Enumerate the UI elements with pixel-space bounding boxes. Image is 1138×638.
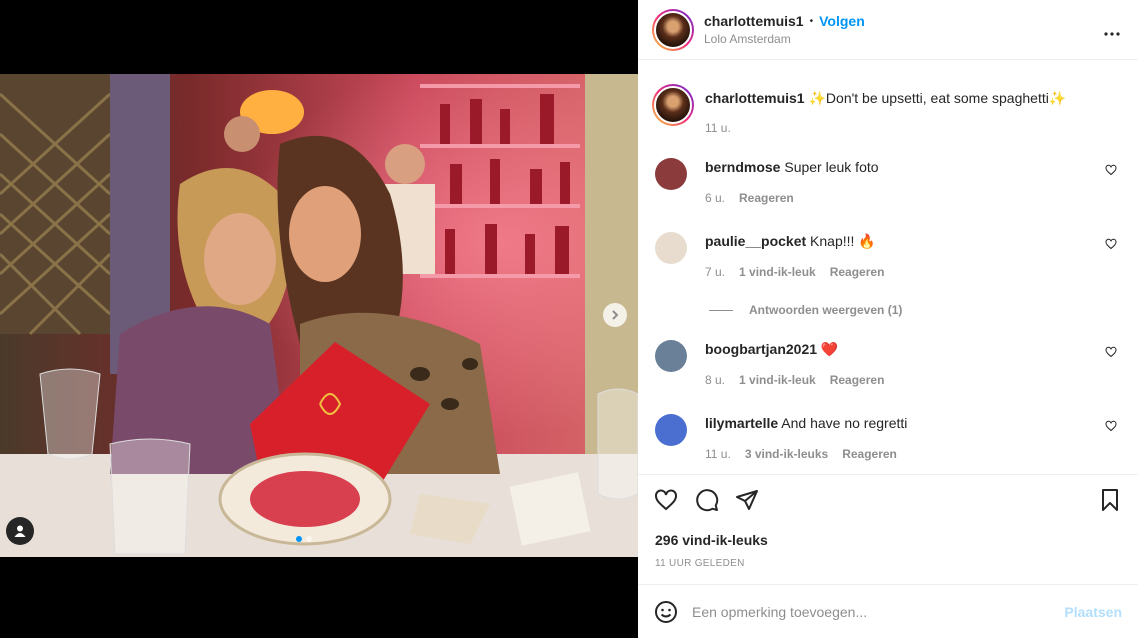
carousel-indicator [296, 536, 312, 542]
post-details-panel: charlottemuis1 • Volgen Lolo Amsterdam c… [638, 0, 1138, 638]
comment-time: 6 u. [705, 191, 726, 205]
post-header: charlottemuis1 • Volgen Lolo Amsterdam [638, 0, 1138, 60]
location-link[interactable]: Lolo Amsterdam [704, 32, 865, 46]
comment-item: berndmose Super leuk foto 6 u. Reageren [655, 158, 1125, 205]
comment-time: 8 u. [705, 373, 726, 387]
reply-button[interactable]: Reageren [739, 191, 794, 205]
commenter-username[interactable]: paulie__pocket [705, 233, 806, 249]
comment-time: 7 u. [705, 265, 726, 279]
add-comment-bar: Plaatsen [638, 584, 1138, 638]
carousel-dot [306, 536, 312, 542]
caption-time: 11 u. [705, 121, 731, 135]
post-photo[interactable] [0, 74, 638, 557]
comment-icon[interactable] [695, 488, 719, 512]
comment-likes[interactable]: 1 vind-ik-leuk [739, 373, 816, 387]
emoji-icon[interactable] [654, 600, 678, 624]
media-panel [0, 0, 638, 638]
comments-list[interactable]: charlottemuis1 ✨Don't be upsetti, eat so… [638, 61, 1138, 475]
follow-button[interactable]: Volgen [819, 13, 865, 29]
reply-button[interactable]: Reageren [830, 265, 885, 279]
comment-likes[interactable]: 3 vind-ik-leuks [745, 447, 828, 461]
view-replies-button[interactable]: Antwoorden weergeven (1) [709, 303, 902, 317]
separator-dot: • [809, 15, 814, 27]
caption-username[interactable]: charlottemuis1 [705, 90, 805, 106]
heart-icon[interactable] [654, 488, 678, 512]
comment-text: Super leuk foto [784, 159, 879, 175]
user-icon [14, 525, 26, 537]
more-options-button[interactable] [1104, 20, 1120, 41]
post-timestamp[interactable]: 11 UUR GELEDEN [655, 558, 745, 569]
comment-item: boogbartjan2021 ❤️ 8 u. 1 vind-ik-leuk Rea… [655, 340, 1125, 387]
like-comment-icon[interactable] [1105, 346, 1117, 358]
post-caption: charlottemuis1 ✨Don't be upsetti, eat so… [652, 84, 1066, 135]
reply-button[interactable]: Reageren [830, 373, 885, 387]
commenter-username[interactable]: lilymartelle [705, 415, 778, 431]
caption-body: ✨Don't be upsetti, eat some spaghetti✨ [808, 90, 1067, 106]
commenter-avatar[interactable] [655, 340, 687, 372]
commenter-avatar[interactable] [655, 232, 687, 264]
more-horizontal-icon [1104, 32, 1120, 36]
carousel-dot-active [296, 536, 302, 542]
likes-count[interactable]: 296 vind-ik-leuks [655, 532, 768, 548]
commenter-username[interactable]: berndmose [705, 159, 780, 175]
view-replies-label: Antwoorden weergeven (1) [749, 303, 903, 317]
comment-text: And have no regretti [781, 415, 908, 431]
caption-avatar[interactable] [652, 84, 694, 126]
comment-item: lilymartelle And have no regretti 11 u. 3… [655, 414, 1125, 461]
tagged-users-button[interactable] [6, 517, 34, 545]
commenter-avatar[interactable] [655, 414, 687, 446]
comment-text: ❤️ [820, 341, 839, 357]
comment-input[interactable] [692, 603, 1065, 620]
post-actions [654, 488, 1122, 516]
bookmark-icon[interactable] [1098, 488, 1122, 512]
comment-item: paulie__pocket Knap!!! 🔥 7 u. 1 vind-ik-l… [655, 232, 1125, 279]
comment-time: 11 u. [705, 447, 731, 461]
post-comment-button[interactable]: Plaatsen [1064, 604, 1122, 620]
like-comment-icon[interactable] [1105, 238, 1117, 250]
share-icon[interactable] [735, 488, 759, 512]
reply-button[interactable]: Reageren [842, 447, 897, 461]
chevron-right-icon [612, 310, 619, 320]
commenter-avatar[interactable] [655, 158, 687, 190]
replies-divider [709, 309, 733, 311]
author-username[interactable]: charlottemuis1 [704, 13, 804, 29]
author-avatar[interactable] [652, 8, 694, 51]
caption-text: charlottemuis1 ✨Don't be upsetti, eat so… [705, 89, 1066, 107]
next-photo-button[interactable] [603, 303, 627, 327]
comment-likes[interactable]: 1 vind-ik-leuk [739, 265, 816, 279]
commenter-username[interactable]: boogbartjan2021 [705, 341, 817, 357]
comment-text: Knap!!! 🔥 [810, 233, 876, 249]
like-comment-icon[interactable] [1105, 164, 1117, 176]
like-comment-icon[interactable] [1105, 420, 1117, 432]
